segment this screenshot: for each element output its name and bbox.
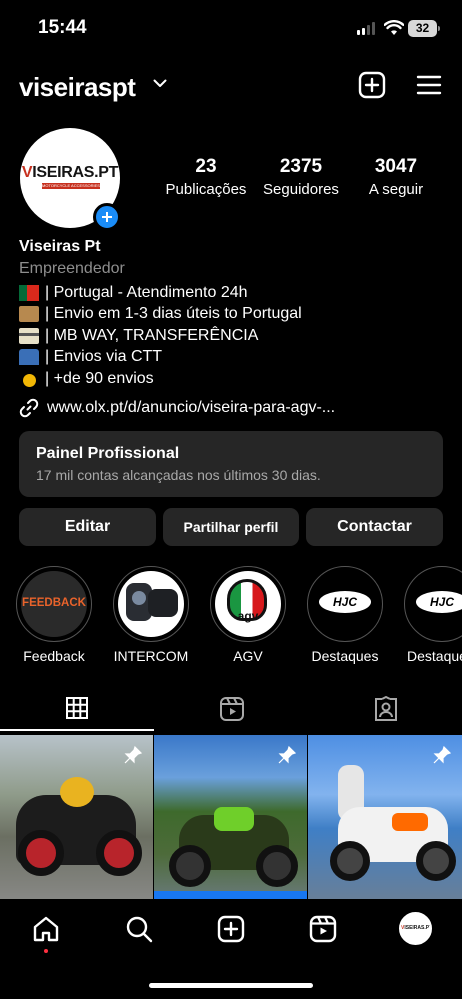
panel-title: Painel Profissional [36, 445, 180, 462]
highlight-label: INTERCOM [113, 648, 189, 664]
posts-count[interactable]: 23 Publicações [163, 156, 249, 198]
tab-reels[interactable] [154, 688, 308, 732]
highlight-destaques[interactable]: HJC Destaques [306, 566, 384, 664]
highlight-label: Destaques [311, 648, 379, 664]
menu-icon[interactable] [416, 74, 442, 96]
bio-line: | MB WAY, TRANSFERÊNCIA [19, 325, 449, 347]
portugal-flag-icon [19, 284, 39, 301]
profile-bio: Viseiras Pt Empreendedor | Portugal - At… [19, 238, 449, 390]
highlight-intercom[interactable]: INTERCOM [112, 566, 190, 664]
mailbox-icon [19, 349, 39, 366]
reels-icon[interactable] [309, 915, 337, 943]
post-thumbnail[interactable] [308, 735, 462, 905]
pinned-icon [124, 745, 143, 764]
link-icon [19, 398, 39, 418]
highlight-feedback[interactable]: FEEDBACK Feedback [15, 566, 93, 664]
highlight-label: Destaques [407, 648, 462, 664]
tab-tagged[interactable] [308, 688, 462, 732]
professional-dashboard[interactable]: Painel Profissional 17 mil contas alcanç… [19, 431, 443, 497]
profile-header: viseiraspt [0, 64, 462, 108]
panel-subtitle: 17 mil contas alcançadas nos últimos 30 … [36, 467, 321, 483]
edit-profile-button[interactable]: Editar [19, 508, 156, 546]
chevron-down-icon[interactable] [153, 79, 167, 88]
add-story-button[interactable] [93, 203, 121, 231]
username-switcher[interactable]: viseiraspt [19, 72, 136, 103]
battery-level: 32 [415, 21, 430, 35]
create-post-icon[interactable] [358, 71, 386, 99]
status-time: 15:44 [38, 17, 87, 38]
post-thumbnail[interactable] [154, 735, 307, 905]
share-profile-button[interactable]: Partilhar perfil [163, 508, 299, 546]
profile-tabs [0, 688, 462, 732]
status-bar: 15:44 32 [0, 0, 462, 60]
profile-avatar[interactable]: VISEIRAS.PT [399, 912, 432, 945]
create-icon[interactable] [217, 915, 245, 943]
pinned-icon [278, 745, 297, 764]
display-name: Viseiras Pt [19, 238, 101, 255]
followers-count[interactable]: 2375 Seguidores [256, 156, 346, 198]
highlight-cover-text: FEEDBACK [22, 597, 86, 609]
bio-line: | +de 90 envios [19, 368, 449, 390]
highlight-label: AGV [233, 648, 263, 664]
bio-line: | Envios via CTT [19, 347, 449, 369]
battery-icon: 32 [408, 20, 440, 37]
highlight-agv[interactable]: agv AGV [209, 566, 287, 664]
home-indicator [149, 983, 313, 988]
intercom-device-icon [148, 589, 178, 617]
tagged-icon [375, 696, 397, 721]
active-tab-indicator [0, 729, 154, 731]
reels-icon [220, 697, 244, 721]
bio-line: | Portugal - Atendimento 24h [19, 282, 449, 304]
posts-grid [0, 735, 462, 905]
wifi-icon [384, 20, 404, 35]
bio-link-text[interactable]: www.olx.pt/d/anuncio/viseira-para-agv-..… [47, 399, 335, 417]
grid-icon [66, 697, 88, 719]
cellular-signal-icon [357, 22, 375, 35]
package-icon [19, 306, 39, 323]
search-icon[interactable] [125, 915, 153, 943]
avatar-logo-subtext: MOTORCYCLE ACCESSORIES [42, 183, 100, 189]
bio-line: | Envio em 1-3 dias úteis to Portugal [19, 304, 449, 326]
tab-grid[interactable] [0, 688, 154, 732]
highlight-label: Feedback [23, 648, 85, 664]
avatar-logo: VISEIRAS.PT [21, 164, 119, 181]
pinned-icon [433, 745, 452, 764]
home-icon[interactable] [32, 915, 60, 943]
post-thumbnail[interactable] [0, 735, 153, 905]
profile-category: Empreendedor [19, 260, 125, 277]
highlight-destaques-2[interactable]: HJC Destaques [403, 566, 462, 664]
gold-medal-icon [19, 371, 39, 387]
bio-link[interactable]: www.olx.pt/d/anuncio/viseira-para-agv-..… [19, 398, 335, 418]
following-count[interactable]: 3047 A seguir [358, 156, 434, 198]
contact-button[interactable]: Contactar [306, 508, 443, 546]
bottom-navigation: VISEIRAS.PT [0, 899, 462, 999]
credit-card-icon [19, 327, 39, 344]
notification-dot [44, 949, 48, 953]
